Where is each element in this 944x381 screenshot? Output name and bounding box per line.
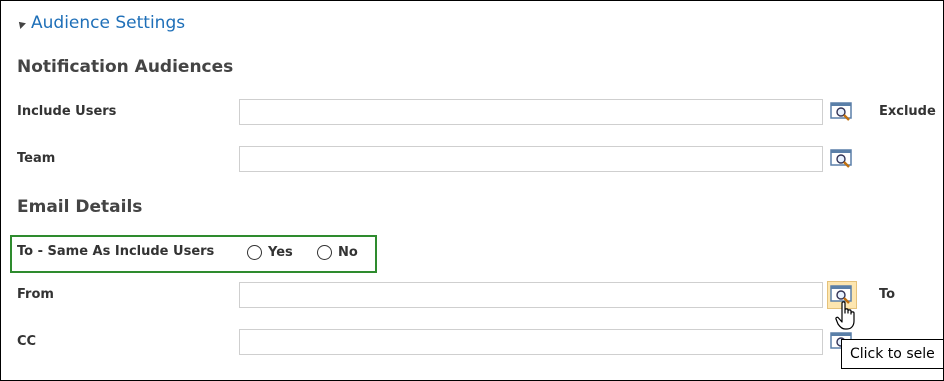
team-field[interactable] <box>239 146 823 172</box>
to-label: To <box>879 287 896 302</box>
from-field[interactable] <box>239 282 823 308</box>
include-users-lookup-button[interactable] <box>827 98 857 126</box>
cc-label: CC <box>17 334 37 349</box>
notification-audiences-heading: Notification Audiences <box>17 57 234 77</box>
lookup-icon <box>830 102 852 121</box>
lookup-icon <box>830 149 852 168</box>
lookup-tooltip: Click to sele <box>841 339 943 369</box>
section-header[interactable]: Audience Settings <box>16 13 186 33</box>
email-details-heading: Email Details <box>17 197 143 217</box>
radio-yes-circle[interactable] <box>247 245 262 260</box>
section-title: Audience Settings <box>31 13 186 33</box>
audience-settings-panel: Audience Settings Notification Audiences… <box>0 0 944 381</box>
cc-field[interactable] <box>239 329 823 355</box>
exclude-label: Exclude <box>879 104 936 119</box>
radio-yes-label: Yes <box>268 245 293 260</box>
radio-yes[interactable]: Yes <box>247 245 293 260</box>
to-same-label: To - Same As Include Users <box>17 244 215 259</box>
team-lookup-button[interactable] <box>827 145 857 173</box>
hand-cursor-icon <box>835 301 857 335</box>
from-label: From <box>17 287 54 302</box>
include-users-label: Include Users <box>17 104 117 119</box>
include-users-field[interactable] <box>239 99 823 125</box>
radio-no[interactable]: No <box>317 245 358 260</box>
team-label: Team <box>17 151 56 166</box>
radio-no-circle[interactable] <box>317 245 332 260</box>
triangle-collapse-icon[interactable] <box>16 19 26 29</box>
radio-no-label: No <box>338 245 358 260</box>
